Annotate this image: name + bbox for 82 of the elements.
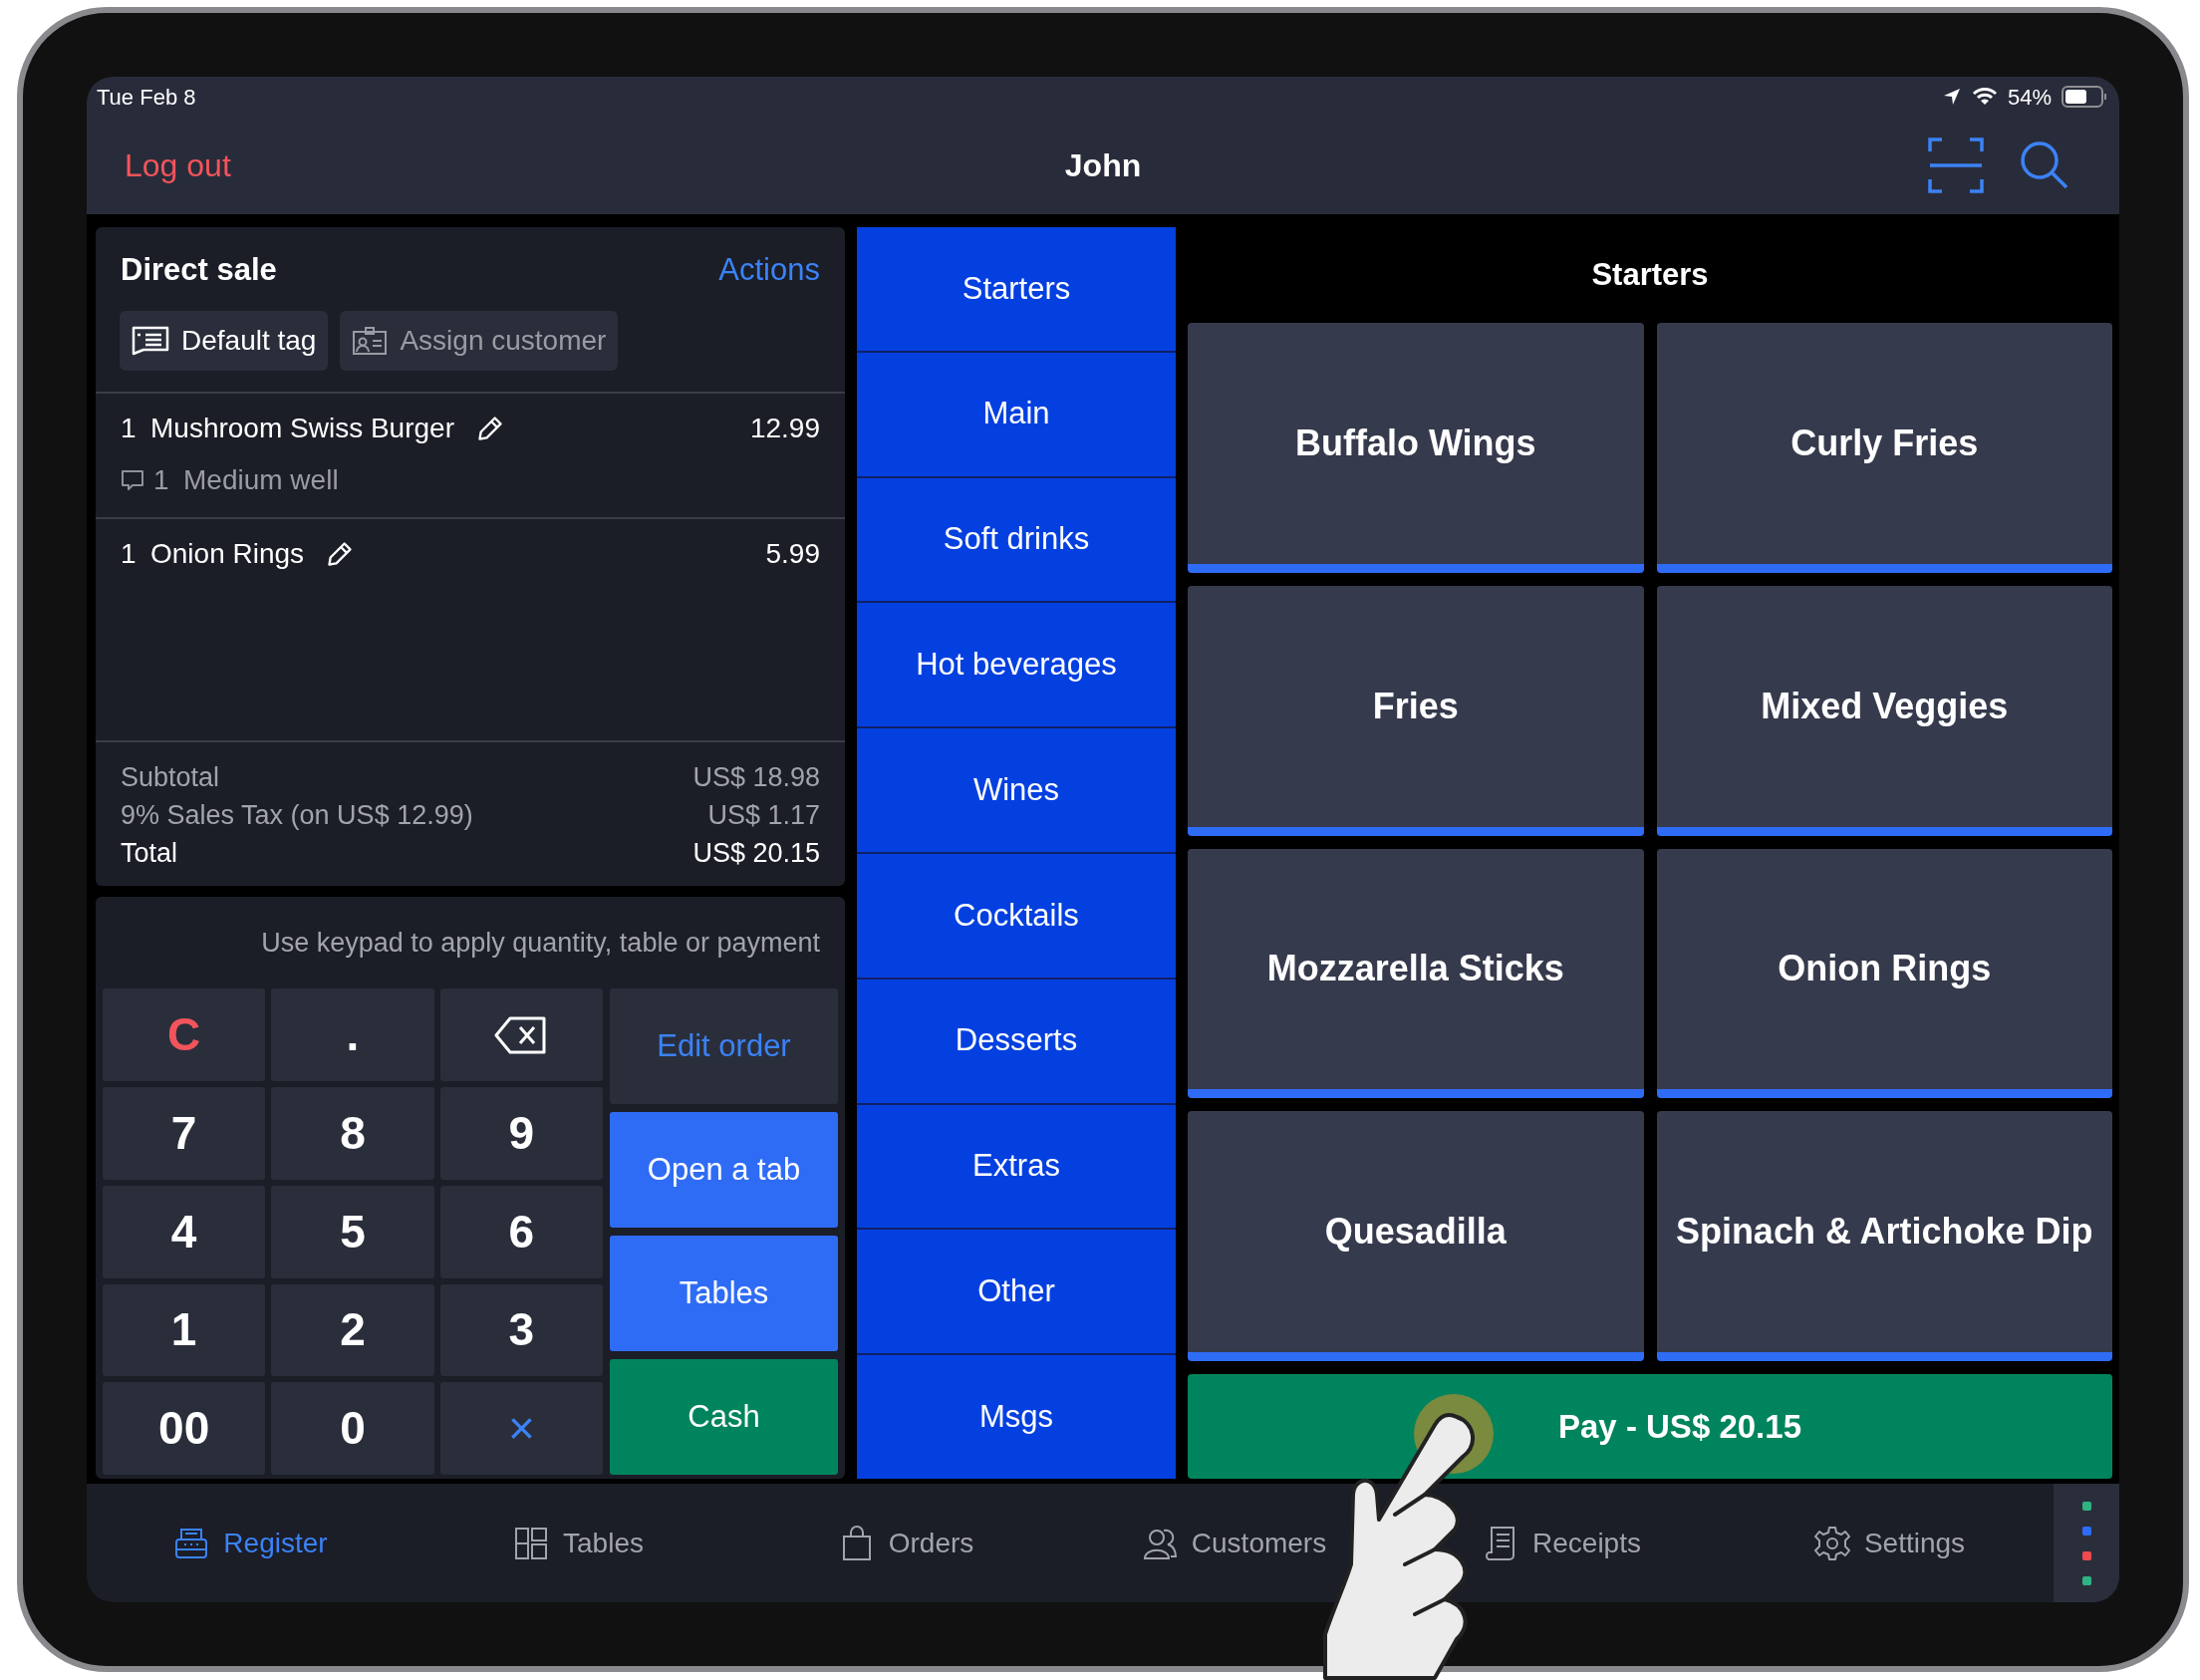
- keypad-key[interactable]: 9: [439, 1087, 603, 1180]
- logout-link[interactable]: Log out: [125, 141, 231, 189]
- line-item-name: Onion Rings: [150, 536, 305, 571]
- note-quantity: 1: [153, 462, 170, 497]
- product-tile[interactable]: Buffalo Wings: [1188, 323, 1644, 573]
- product-tile[interactable]: Mozzarella Sticks: [1188, 848, 1644, 1099]
- keypad-key[interactable]: 0: [271, 1382, 434, 1475]
- wifi-icon: [1971, 87, 1998, 107]
- line-item-name: Mushroom Swiss Burger: [150, 411, 454, 445]
- keypad-key[interactable]: ×: [439, 1382, 603, 1475]
- category-button[interactable]: Cocktails: [857, 854, 1176, 978]
- actions-link[interactable]: Actions: [718, 247, 820, 294]
- order-line[interactable]: 1 Onion Rings 5.99: [96, 516, 845, 591]
- product-tile[interactable]: Onion Rings: [1656, 848, 2112, 1099]
- scan-icon[interactable]: [1928, 138, 1984, 193]
- keypad-hint: Use keypad to apply quantity, table or payment: [261, 927, 820, 961]
- category-button[interactable]: Wines: [857, 728, 1176, 852]
- battery-icon: [2062, 85, 2107, 109]
- keypad-key[interactable]: 00: [103, 1382, 266, 1475]
- status-date: Tue Feb 8: [97, 83, 196, 112]
- comment-icon: [121, 468, 144, 491]
- products-title: Starters: [1591, 255, 1709, 294]
- line-price: 12.99: [749, 411, 820, 445]
- total-label: Total: [121, 837, 178, 871]
- battery-percent: 54%: [2007, 83, 2052, 112]
- category-button[interactable]: Desserts: [857, 979, 1176, 1103]
- line-quantity: 1: [121, 411, 138, 445]
- total-value: US$ 1.17: [707, 799, 820, 833]
- category-button[interactable]: Hot beverages: [857, 603, 1176, 727]
- nav-tab[interactable]: Register: [173, 1522, 328, 1564]
- pay-button[interactable]: Pay - US$ 20.15: [1188, 1374, 2112, 1479]
- default-tag-button[interactable]: Default tag: [120, 310, 329, 371]
- total-label: Subtotal: [121, 761, 220, 795]
- keypad-action-button[interactable]: Cash: [610, 1359, 838, 1476]
- product-tile[interactable]: Fries: [1188, 585, 1644, 836]
- note-text: Medium well: [183, 462, 339, 497]
- total-label: 9% Sales Tax (on US$ 12.99): [121, 799, 473, 833]
- grid-icon: [513, 1525, 550, 1561]
- keypad-key[interactable]: .: [271, 988, 434, 1082]
- line-price: 5.99: [765, 536, 820, 571]
- keypad-action-button[interactable]: Tables: [610, 1236, 838, 1352]
- category-button[interactable]: Msgs: [857, 1355, 1176, 1479]
- backspace-key[interactable]: [439, 988, 603, 1082]
- category-button[interactable]: Soft drinks: [857, 477, 1176, 602]
- id-card-icon: [352, 325, 389, 356]
- product-tile[interactable]: Spinach & Artichoke Dip: [1656, 1111, 2112, 1361]
- keypad-key[interactable]: 1: [103, 1283, 266, 1377]
- keypad-key[interactable]: C: [103, 988, 266, 1082]
- product-tile[interactable]: Curly Fries: [1656, 323, 2112, 573]
- order-line[interactable]: 1 Mushroom Swiss Burger 12.99 1 Medium well: [96, 391, 845, 517]
- user-name: John: [1064, 146, 1142, 185]
- nav-tab[interactable]: Settings: [1813, 1522, 1966, 1564]
- keypad-action-button[interactable]: Open a tab: [610, 1112, 838, 1229]
- total-value: US$ 18.98: [692, 761, 820, 795]
- product-tile[interactable]: Quesadilla: [1188, 1111, 1644, 1361]
- nav-tab[interactable]: Receipts: [1483, 1522, 1641, 1564]
- category-button[interactable]: Starters: [857, 227, 1176, 351]
- tag-list-icon: [132, 325, 169, 356]
- keypad-key[interactable]: 6: [439, 1185, 603, 1278]
- category-button[interactable]: Extras: [857, 1104, 1176, 1229]
- keypad-key[interactable]: 8: [271, 1087, 434, 1180]
- nav-tab[interactable]: Customers: [1141, 1522, 1327, 1564]
- keypad-key[interactable]: 7: [103, 1087, 266, 1180]
- keypad-key[interactable]: 2: [271, 1283, 434, 1377]
- total-value: US$ 20.15: [692, 837, 820, 871]
- pencil-icon[interactable]: [476, 414, 504, 442]
- backspace-icon: [494, 1015, 549, 1054]
- product-tile[interactable]: Mixed Veggies: [1656, 585, 2112, 836]
- keypad-key[interactable]: 4: [103, 1185, 266, 1278]
- keypad-action-button[interactable]: Edit order: [610, 988, 838, 1105]
- order-title: Direct sale: [121, 251, 277, 289]
- nav-tab[interactable]: Tables: [513, 1522, 644, 1564]
- settings-icon: [1813, 1525, 1850, 1561]
- pencil-icon[interactable]: [326, 539, 355, 568]
- category-button[interactable]: Main: [857, 352, 1176, 476]
- search-icon[interactable]: [2020, 140, 2069, 190]
- line-quantity: 1: [121, 536, 138, 571]
- keypad-key[interactable]: 3: [439, 1283, 603, 1377]
- category-button[interactable]: Other: [857, 1230, 1176, 1354]
- keypad-key[interactable]: 5: [271, 1185, 434, 1278]
- assign-customer-button[interactable]: Assign customer: [340, 310, 619, 371]
- nav-tab[interactable]: Orders: [838, 1522, 974, 1564]
